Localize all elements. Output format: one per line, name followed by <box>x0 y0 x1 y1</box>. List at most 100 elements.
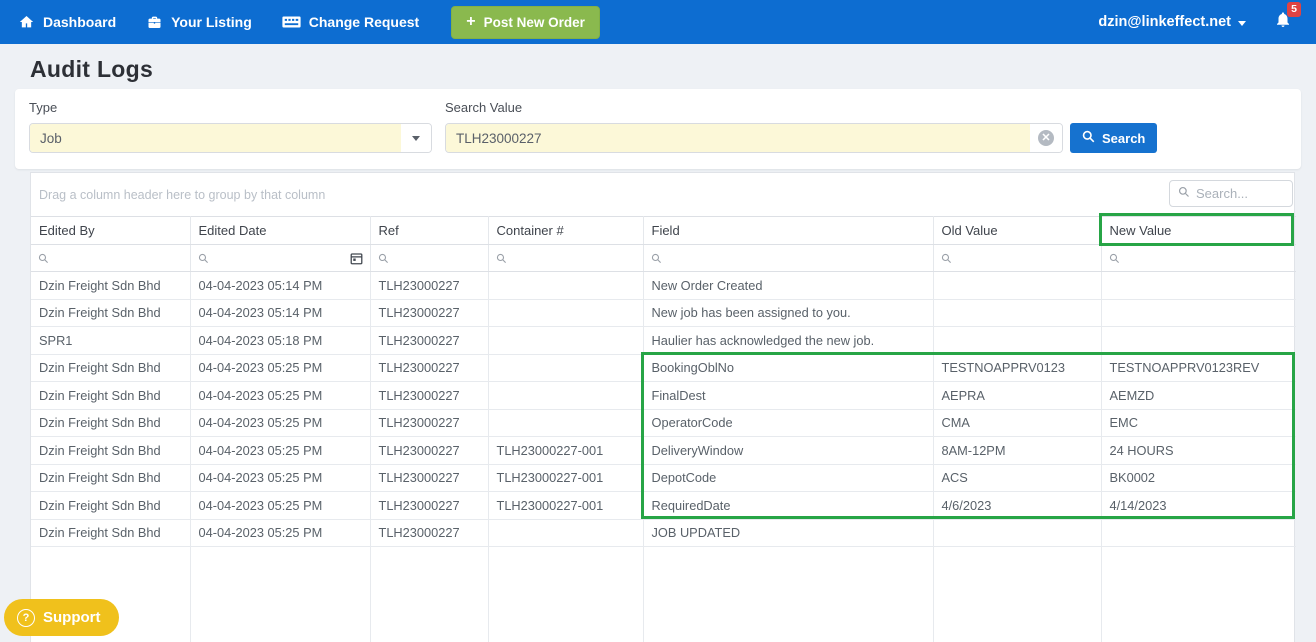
nav-item-label: Dashboard <box>43 14 116 30</box>
search-icon <box>496 253 507 264</box>
top-navbar: Dashboard Your Listing Change Request + … <box>0 0 1316 44</box>
type-select[interactable]: Job <box>29 123 432 153</box>
table-cell: TLH23000227 <box>370 519 488 547</box>
filter-input-edited-date[interactable] <box>190 245 370 272</box>
table-cell: 04-04-2023 05:25 PM <box>190 492 370 520</box>
table-cell: Dzin Freight Sdn Bhd <box>31 299 190 327</box>
type-select-arrow[interactable] <box>401 124 431 152</box>
search-button[interactable]: Search <box>1070 123 1157 153</box>
search-icon <box>38 253 49 264</box>
table-cell: Dzin Freight Sdn Bhd <box>31 409 190 437</box>
group-hint-text: Drag a column header here to group by th… <box>39 188 325 202</box>
table-cell: TLH23000227 <box>370 492 488 520</box>
empty-cell <box>1101 547 1296 642</box>
nav-item-your-listing[interactable]: Your Listing <box>146 14 252 30</box>
table-cell <box>488 354 643 382</box>
table-cell: TLH23000227-001 <box>488 437 643 465</box>
nav-left: Dashboard Your Listing Change Request + … <box>18 6 600 39</box>
filter-input-new-value[interactable] <box>1101 245 1296 272</box>
table-row[interactable]: Dzin Freight Sdn Bhd04-04-2023 05:25 PMT… <box>31 519 1296 547</box>
user-account-menu[interactable]: dzin@linkeffect.net <box>1098 14 1246 30</box>
nav-item-dashboard[interactable]: Dashboard <box>18 14 116 30</box>
grid-search-input[interactable]: Search... <box>1169 180 1293 207</box>
audit-table: Edited By Edited Date Ref Container # Fi… <box>31 216 1296 642</box>
calendar-icon[interactable] <box>350 252 363 265</box>
table-cell <box>1101 272 1296 300</box>
table-cell <box>933 519 1101 547</box>
table-row[interactable]: Dzin Freight Sdn Bhd04-04-2023 05:14 PMT… <box>31 299 1296 327</box>
table-cell: New Order Created <box>643 272 933 300</box>
column-header-field[interactable]: Field <box>643 217 933 245</box>
table-cell: 04-04-2023 05:14 PM <box>190 299 370 327</box>
filter-input-old-value[interactable] <box>933 245 1101 272</box>
search-icon <box>1082 130 1095 146</box>
table-cell <box>1101 299 1296 327</box>
table-row[interactable]: Dzin Freight Sdn Bhd04-04-2023 05:25 PMT… <box>31 409 1296 437</box>
type-select-value: Job <box>30 124 401 152</box>
table-cell: DepotCode <box>643 464 933 492</box>
table-cell: 04-04-2023 05:25 PM <box>190 354 370 382</box>
search-icon <box>1109 253 1120 264</box>
empty-cell <box>488 547 643 642</box>
filter-input-edited-by[interactable] <box>31 245 190 272</box>
table-row[interactable]: Dzin Freight Sdn Bhd04-04-2023 05:25 PMT… <box>31 382 1296 410</box>
table-row[interactable]: Dzin Freight Sdn Bhd04-04-2023 05:25 PMT… <box>31 464 1296 492</box>
table-cell: TLH23000227 <box>370 409 488 437</box>
column-header-ref[interactable]: Ref <box>370 217 488 245</box>
table-cell <box>1101 519 1296 547</box>
table-cell: BookingOblNo <box>643 354 933 382</box>
app-window: Dashboard Your Listing Change Request + … <box>0 0 1316 642</box>
table-cell <box>488 409 643 437</box>
nav-item-change-request[interactable]: Change Request <box>282 14 419 30</box>
briefcase-icon <box>146 14 163 30</box>
table-cell: Dzin Freight Sdn Bhd <box>31 492 190 520</box>
table-row[interactable]: Dzin Freight Sdn Bhd04-04-2023 05:25 PMT… <box>31 354 1296 382</box>
filter-input-field[interactable] <box>643 245 933 272</box>
post-new-order-label: Post New Order <box>484 15 585 30</box>
table-cell: TLH23000227 <box>370 327 488 355</box>
column-header-edited-date[interactable]: Edited Date <box>190 217 370 245</box>
column-header-old-value[interactable]: Old Value <box>933 217 1101 245</box>
search-value-field-group: Search Value TLH23000227 ✕ Search <box>445 100 1287 153</box>
search-icon <box>198 253 209 264</box>
empty-grid-area <box>31 547 1296 642</box>
table-cell: TESTNOAPPRV0123REV <box>1101 354 1296 382</box>
table-row[interactable]: Dzin Freight Sdn Bhd04-04-2023 05:25 PMT… <box>31 492 1296 520</box>
table-row[interactable]: Dzin Freight Sdn Bhd04-04-2023 05:25 PMT… <box>31 437 1296 465</box>
filter-input-ref[interactable] <box>370 245 488 272</box>
user-email: dzin@linkeffect.net <box>1098 14 1231 30</box>
filter-input-container[interactable] <box>488 245 643 272</box>
search-value-label: Search Value <box>445 100 1287 115</box>
column-header-edited-by[interactable]: Edited By <box>31 217 190 245</box>
table-cell: TLH23000227 <box>370 299 488 327</box>
chevron-down-icon <box>412 136 420 141</box>
table-cell: 04-04-2023 05:25 PM <box>190 519 370 547</box>
table-cell: Dzin Freight Sdn Bhd <box>31 519 190 547</box>
table-cell: Dzin Freight Sdn Bhd <box>31 272 190 300</box>
column-header-new-value[interactable]: New Value <box>1101 217 1296 245</box>
empty-cell <box>643 547 933 642</box>
search-button-label: Search <box>1102 131 1145 146</box>
post-new-order-button[interactable]: + Post New Order <box>451 6 600 39</box>
search-value-input[interactable]: TLH23000227 ✕ <box>445 123 1063 153</box>
table-cell: OperatorCode <box>643 409 933 437</box>
table-row[interactable]: Dzin Freight Sdn Bhd04-04-2023 05:14 PMT… <box>31 272 1296 300</box>
table-cell: TLH23000227 <box>370 437 488 465</box>
group-by-panel[interactable]: Drag a column header here to group by th… <box>31 173 1294 216</box>
table-cell: 04-04-2023 05:25 PM <box>190 382 370 410</box>
notifications-button[interactable]: 5 <box>1274 10 1292 34</box>
table-cell <box>488 272 643 300</box>
table-cell: Dzin Freight Sdn Bhd <box>31 464 190 492</box>
table-cell: 04-04-2023 05:25 PM <box>190 409 370 437</box>
clear-search-button[interactable]: ✕ <box>1030 124 1062 152</box>
table-cell: JOB UPDATED <box>643 519 933 547</box>
table-cell <box>488 299 643 327</box>
table-cell: 4/14/2023 <box>1101 492 1296 520</box>
column-header-container[interactable]: Container # <box>488 217 643 245</box>
table-cell: 8AM-12PM <box>933 437 1101 465</box>
search-value-text: TLH23000227 <box>446 124 1030 152</box>
support-button[interactable]: ? Support <box>4 599 119 636</box>
table-cell: TLH23000227 <box>370 354 488 382</box>
table-row[interactable]: SPR104-04-2023 05:18 PMTLH23000227Haulie… <box>31 327 1296 355</box>
table-cell: TLH23000227 <box>370 272 488 300</box>
